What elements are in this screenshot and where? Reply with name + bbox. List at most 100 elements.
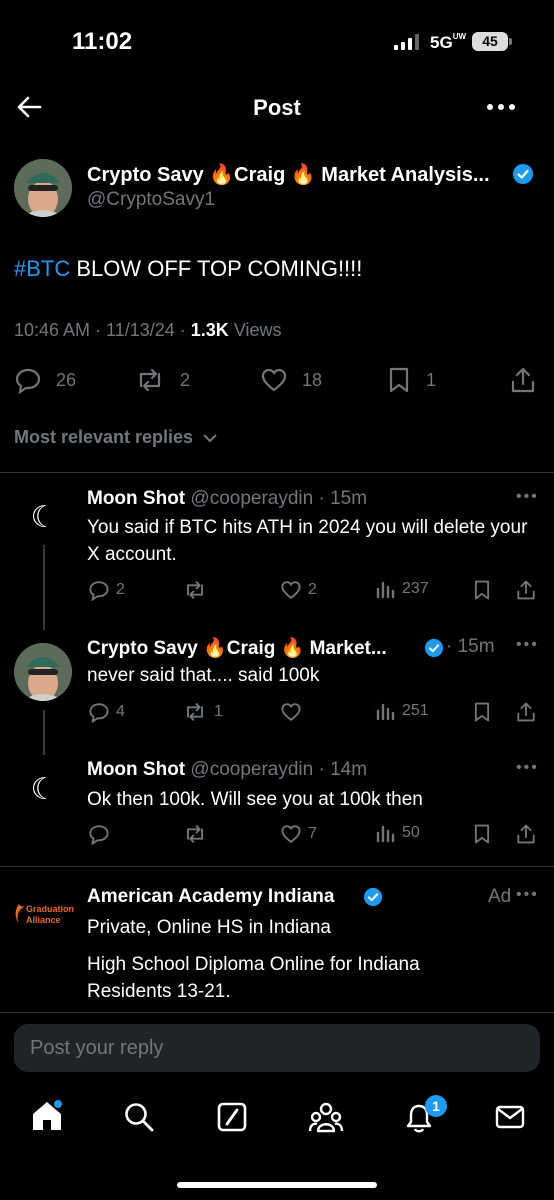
like-icon (280, 823, 302, 845)
reply-more-icon[interactable]: ••• (516, 759, 539, 777)
repost-icon (182, 579, 208, 601)
reply-views-button[interactable]: 50 (376, 823, 420, 843)
verified-badge-icon (363, 887, 383, 907)
ad-more-icon[interactable]: ••• (516, 886, 539, 904)
share-icon (516, 701, 536, 723)
reply-share-button[interactable] (516, 823, 536, 845)
bookmark-button[interactable]: 1 (386, 366, 436, 394)
verified-badge-icon (424, 638, 444, 658)
bookmark-icon (472, 579, 492, 601)
reply-text: You said if BTC hits ATH in 2024 you wil… (87, 517, 528, 565)
repost-icon (182, 701, 208, 723)
reply-text: Ok then 100k. Will see you at 100k then (87, 789, 423, 810)
graduation-alliance-logo-icon (15, 904, 25, 924)
messages-icon[interactable] (494, 1103, 526, 1131)
divider (0, 1012, 554, 1013)
reply-icon (88, 579, 110, 601)
status-time: 11:02 (72, 28, 133, 55)
divider (0, 472, 554, 473)
author-handle[interactable]: @CryptoSavy1 (87, 189, 215, 211)
reply-reply-button[interactable]: 2 (88, 579, 125, 601)
views-icon (376, 701, 396, 721)
ad-line-2: High School Diploma Online for Indiana R… (87, 954, 420, 1002)
views-icon (376, 579, 396, 599)
reply-reply-button[interactable] (88, 823, 116, 845)
ad-account-name[interactable]: American Academy Indiana (87, 886, 334, 908)
views-icon (376, 823, 396, 843)
page-title: Post (253, 95, 301, 120)
signal-icon (394, 34, 419, 50)
reply-bookmark-button[interactable] (472, 579, 492, 601)
reply-input[interactable]: Post your reply (14, 1024, 540, 1072)
reply-header: Moon Shot @cooperaydin · 15m (87, 488, 368, 509)
home-indicator (177, 1182, 377, 1188)
share-icon (516, 823, 536, 845)
reply-action-count: 2 (308, 581, 317, 598)
divider (0, 866, 554, 867)
reply-avatar-moon[interactable]: ☾ (24, 500, 64, 535)
reply-like-button[interactable]: 2 (280, 579, 317, 601)
like-icon (280, 701, 302, 723)
more-options-icon[interactable] (486, 100, 516, 114)
reply-reply-button[interactable]: 4 (88, 701, 125, 723)
bookmark-icon (389, 367, 409, 393)
replies-sort-dropdown[interactable]: Most relevant replies (14, 427, 218, 448)
thread-connector (43, 710, 45, 755)
heart-icon (261, 368, 287, 392)
author-avatar[interactable] (14, 159, 72, 217)
battery-tip (509, 38, 512, 45)
reply-icon (88, 701, 110, 723)
reply-action-count: 251 (402, 702, 429, 719)
bookmark-icon (472, 823, 492, 845)
reply-icon (15, 368, 41, 394)
reply-action-count: 4 (116, 703, 125, 720)
reply-views-button[interactable]: 251 (376, 701, 429, 721)
reply-action-count: 2 (116, 581, 125, 598)
chevron-down-icon (203, 434, 217, 443)
reply-header: Moon Shot @cooperaydin · 14m (87, 759, 368, 780)
share-button[interactable] (510, 366, 550, 394)
reply-repost-button[interactable] (182, 823, 214, 845)
notifications-badge: 1 (425, 1095, 447, 1117)
thread-connector (43, 545, 45, 630)
reply-share-button[interactable] (516, 579, 536, 601)
like-icon (280, 579, 302, 601)
reply-bookmark-button[interactable] (472, 701, 492, 723)
reply-bookmark-button[interactable] (472, 823, 492, 845)
post-meta: 10:46 AM · 11/13/24 · 1.3K Views (14, 320, 282, 340)
reply-repost-button[interactable]: 1 (182, 701, 223, 723)
ad-logo[interactable]: Graduation Alliance (12, 902, 74, 930)
post-text: #BTC BLOW OFF TOP COMING!!!! (14, 256, 363, 281)
home-icon[interactable] (30, 1099, 64, 1133)
hashtag-link[interactable]: #BTC (14, 256, 70, 281)
reply-like-button[interactable]: 7 (280, 823, 317, 845)
reply-icon (88, 823, 110, 845)
search-icon[interactable] (123, 1101, 155, 1133)
reply-action-count: 50 (402, 824, 420, 841)
reply-avatar-moon[interactable]: ☾ (24, 772, 64, 807)
share-icon (516, 579, 536, 601)
reply-avatar[interactable] (14, 643, 72, 701)
reply-share-button[interactable] (516, 701, 536, 723)
reply-views-button[interactable]: 237 (376, 579, 429, 599)
network-indicator: 5GUW (430, 32, 467, 53)
reply-button[interactable]: 26 (14, 366, 76, 394)
reply-text: never said that.... said 100k (87, 665, 320, 686)
reply-more-icon[interactable]: ••• (516, 636, 539, 654)
grok-icon[interactable] (216, 1101, 248, 1133)
repost-icon (139, 368, 161, 392)
reply-time: · 15m (446, 636, 495, 657)
ad-label: Ad (488, 886, 512, 907)
reply-like-button[interactable] (280, 701, 308, 723)
share-icon (511, 367, 535, 393)
bookmark-icon (472, 701, 492, 723)
like-button[interactable]: 18 (260, 366, 322, 394)
author-name[interactable]: Crypto Savy 🔥Craig 🔥 Market Analysis... (87, 162, 490, 187)
post-actions: 26 2 18 1 (0, 366, 554, 396)
reply-header: Crypto Savy 🔥Craig 🔥 Market... (87, 638, 387, 659)
repost-button[interactable]: 2 (134, 366, 190, 394)
communities-icon[interactable] (308, 1100, 344, 1134)
reply-action-count: 237 (402, 580, 429, 597)
reply-more-icon[interactable]: ••• (516, 488, 539, 506)
reply-repost-button[interactable] (182, 579, 214, 601)
